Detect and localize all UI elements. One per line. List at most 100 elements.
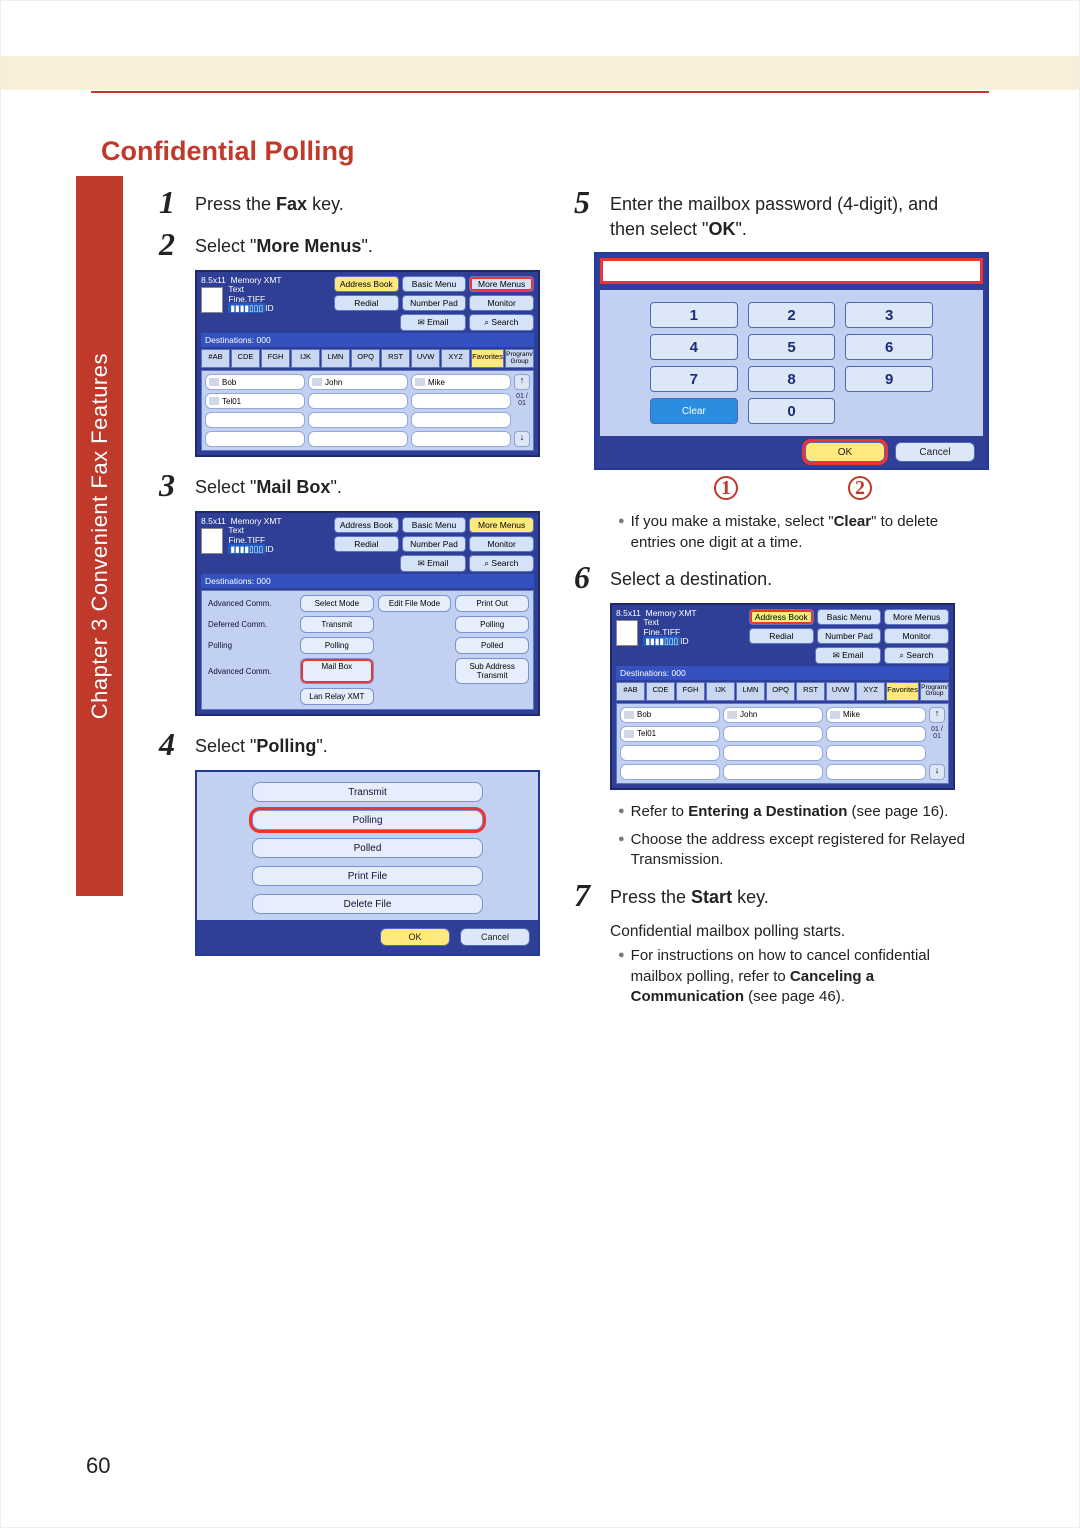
alpha-tab[interactable]: CDE bbox=[646, 682, 675, 701]
scroll-down[interactable]: ↓ bbox=[514, 431, 530, 447]
redial-button[interactable]: Redial bbox=[334, 536, 399, 552]
scroll-up[interactable]: ↑ bbox=[514, 374, 530, 390]
mode-button[interactable]: Edit File Mode bbox=[378, 595, 452, 612]
cancel-button[interactable]: Cancel bbox=[895, 442, 975, 462]
program-group-tab[interactable]: Program/ Group bbox=[505, 349, 534, 368]
key-2[interactable]: 2 bbox=[748, 302, 836, 328]
key-1[interactable]: 1 bbox=[650, 302, 738, 328]
alpha-tab[interactable]: RST bbox=[381, 349, 410, 368]
monitor-button[interactable]: Monitor bbox=[469, 295, 534, 311]
contact-item[interactable] bbox=[308, 412, 408, 428]
alpha-tab[interactable]: #AB bbox=[201, 349, 230, 368]
contact-item[interactable] bbox=[205, 412, 305, 428]
contact-item[interactable] bbox=[411, 412, 511, 428]
key-8[interactable]: 8 bbox=[748, 366, 836, 392]
number-pad-button[interactable]: Number Pad bbox=[402, 295, 467, 311]
mode-button[interactable]: Print Out bbox=[455, 595, 529, 612]
key-6[interactable]: 6 bbox=[845, 334, 933, 360]
contact-item[interactable]: John bbox=[723, 707, 823, 723]
alpha-tab[interactable]: UVW bbox=[411, 349, 440, 368]
cancel-button[interactable]: Cancel bbox=[460, 928, 530, 946]
basic-menu-button[interactable]: Basic Menu bbox=[817, 609, 882, 625]
key-5[interactable]: 5 bbox=[748, 334, 836, 360]
contact-item[interactable] bbox=[723, 764, 823, 780]
scroll-down[interactable]: ↓ bbox=[929, 764, 945, 780]
contact-item[interactable]: John bbox=[308, 374, 408, 390]
ok-button[interactable]: OK bbox=[805, 442, 885, 462]
search-button[interactable]: ⌕ Search bbox=[469, 314, 534, 331]
redial-button[interactable]: Redial bbox=[334, 295, 399, 311]
password-field[interactable] bbox=[600, 258, 983, 284]
mail-box-button[interactable]: Mail Box bbox=[300, 658, 374, 684]
key-clear[interactable]: Clear bbox=[650, 398, 738, 424]
mode-button[interactable]: Select Mode bbox=[300, 595, 374, 612]
contact-item[interactable] bbox=[723, 745, 823, 761]
program-group-tab[interactable]: Program/ Group bbox=[920, 682, 949, 701]
alpha-tab[interactable]: FGH bbox=[676, 682, 705, 701]
address-book-button[interactable]: Address Book bbox=[749, 609, 814, 625]
contact-item[interactable] bbox=[308, 431, 408, 447]
mode-button[interactable]: Polled bbox=[455, 637, 529, 654]
basic-menu-button[interactable]: Basic Menu bbox=[402, 276, 467, 292]
polling-button[interactable]: Polling bbox=[252, 810, 483, 830]
more-menus-button[interactable]: More Menus bbox=[469, 276, 534, 292]
more-menus-button[interactable]: More Menus bbox=[469, 517, 534, 533]
fax-ui-panel[interactable]: 8.5x11 Memory XMT Text Fine.TIFF ▮▮▮▮▯▯▯… bbox=[195, 511, 540, 716]
address-book-button[interactable]: Address Book bbox=[334, 276, 399, 292]
destinations-band[interactable]: Destinations: 000 bbox=[201, 333, 534, 347]
alpha-tab[interactable]: CDE bbox=[231, 349, 260, 368]
contact-item[interactable] bbox=[723, 726, 823, 742]
alpha-tab[interactable]: FGH bbox=[261, 349, 290, 368]
contact-item[interactable]: Mike bbox=[826, 707, 926, 723]
alpha-tab[interactable]: LMN bbox=[736, 682, 765, 701]
contact-item[interactable]: Tel01 bbox=[205, 393, 305, 409]
mode-button[interactable]: Polling bbox=[300, 637, 374, 654]
basic-menu-button[interactable]: Basic Menu bbox=[402, 517, 467, 533]
key-7[interactable]: 7 bbox=[650, 366, 738, 392]
alpha-tab[interactable]: OPQ bbox=[766, 682, 795, 701]
contact-item[interactable]: Mike bbox=[411, 374, 511, 390]
destinations-band[interactable]: Destinations: 000 bbox=[201, 574, 534, 588]
alpha-tab[interactable]: OPQ bbox=[351, 349, 380, 368]
contact-item[interactable] bbox=[308, 393, 408, 409]
alpha-tab[interactable]: XYZ bbox=[441, 349, 470, 368]
scroll-up[interactable]: ↑ bbox=[929, 707, 945, 723]
email-button[interactable]: ✉ Email bbox=[400, 555, 465, 572]
contact-item[interactable] bbox=[620, 764, 720, 780]
mode-button[interactable]: Lan Relay XMT bbox=[300, 688, 374, 705]
favorites-tab[interactable]: Favorites bbox=[471, 349, 504, 368]
contact-item[interactable] bbox=[826, 764, 926, 780]
contact-item[interactable] bbox=[411, 393, 511, 409]
list-item[interactable]: Delete File bbox=[252, 894, 483, 914]
number-pad-button[interactable]: Number Pad bbox=[817, 628, 882, 644]
contact-item[interactable] bbox=[205, 431, 305, 447]
destinations-band[interactable]: Destinations: 000 bbox=[616, 666, 949, 680]
key-4[interactable]: 4 bbox=[650, 334, 738, 360]
alpha-tab[interactable]: LMN bbox=[321, 349, 350, 368]
alpha-tab[interactable]: UVW bbox=[826, 682, 855, 701]
mode-button[interactable]: Polling bbox=[455, 616, 529, 633]
alpha-tab[interactable]: IJK bbox=[706, 682, 735, 701]
favorites-tab[interactable]: Favorites bbox=[886, 682, 919, 701]
key-9[interactable]: 9 bbox=[845, 366, 933, 392]
contact-item[interactable] bbox=[826, 726, 926, 742]
email-button[interactable]: ✉ Email bbox=[400, 314, 465, 331]
alpha-tab[interactable]: #AB bbox=[616, 682, 645, 701]
list-panel[interactable]: Transmit Polling Polled Print File Delet… bbox=[195, 770, 540, 956]
list-item[interactable]: Print File bbox=[252, 866, 483, 886]
contact-item[interactable] bbox=[620, 745, 720, 761]
mode-button[interactable]: Transmit bbox=[300, 616, 374, 633]
alpha-tab[interactable]: RST bbox=[796, 682, 825, 701]
search-button[interactable]: ⌕ Search bbox=[884, 647, 949, 664]
fax-ui-panel[interactable]: 8.5x11 Memory XMT Text Fine.TIFF ▮▮▮▮▯▯▯… bbox=[610, 603, 955, 790]
keypad-panel[interactable]: 1 2 3 4 5 6 7 8 9 Clear 0 OK Cancel bbox=[594, 252, 989, 470]
alpha-tab[interactable]: XYZ bbox=[856, 682, 885, 701]
list-item[interactable]: Transmit bbox=[252, 782, 483, 802]
key-3[interactable]: 3 bbox=[845, 302, 933, 328]
redial-button[interactable]: Redial bbox=[749, 628, 814, 644]
contact-item[interactable]: Bob bbox=[205, 374, 305, 390]
list-item[interactable]: Polled bbox=[252, 838, 483, 858]
fax-ui-panel[interactable]: 8.5x11 Memory XMT Text Fine.TIFF ▮▮▮▮▯▯▯… bbox=[195, 270, 540, 457]
contact-item[interactable] bbox=[411, 431, 511, 447]
contact-item[interactable] bbox=[826, 745, 926, 761]
